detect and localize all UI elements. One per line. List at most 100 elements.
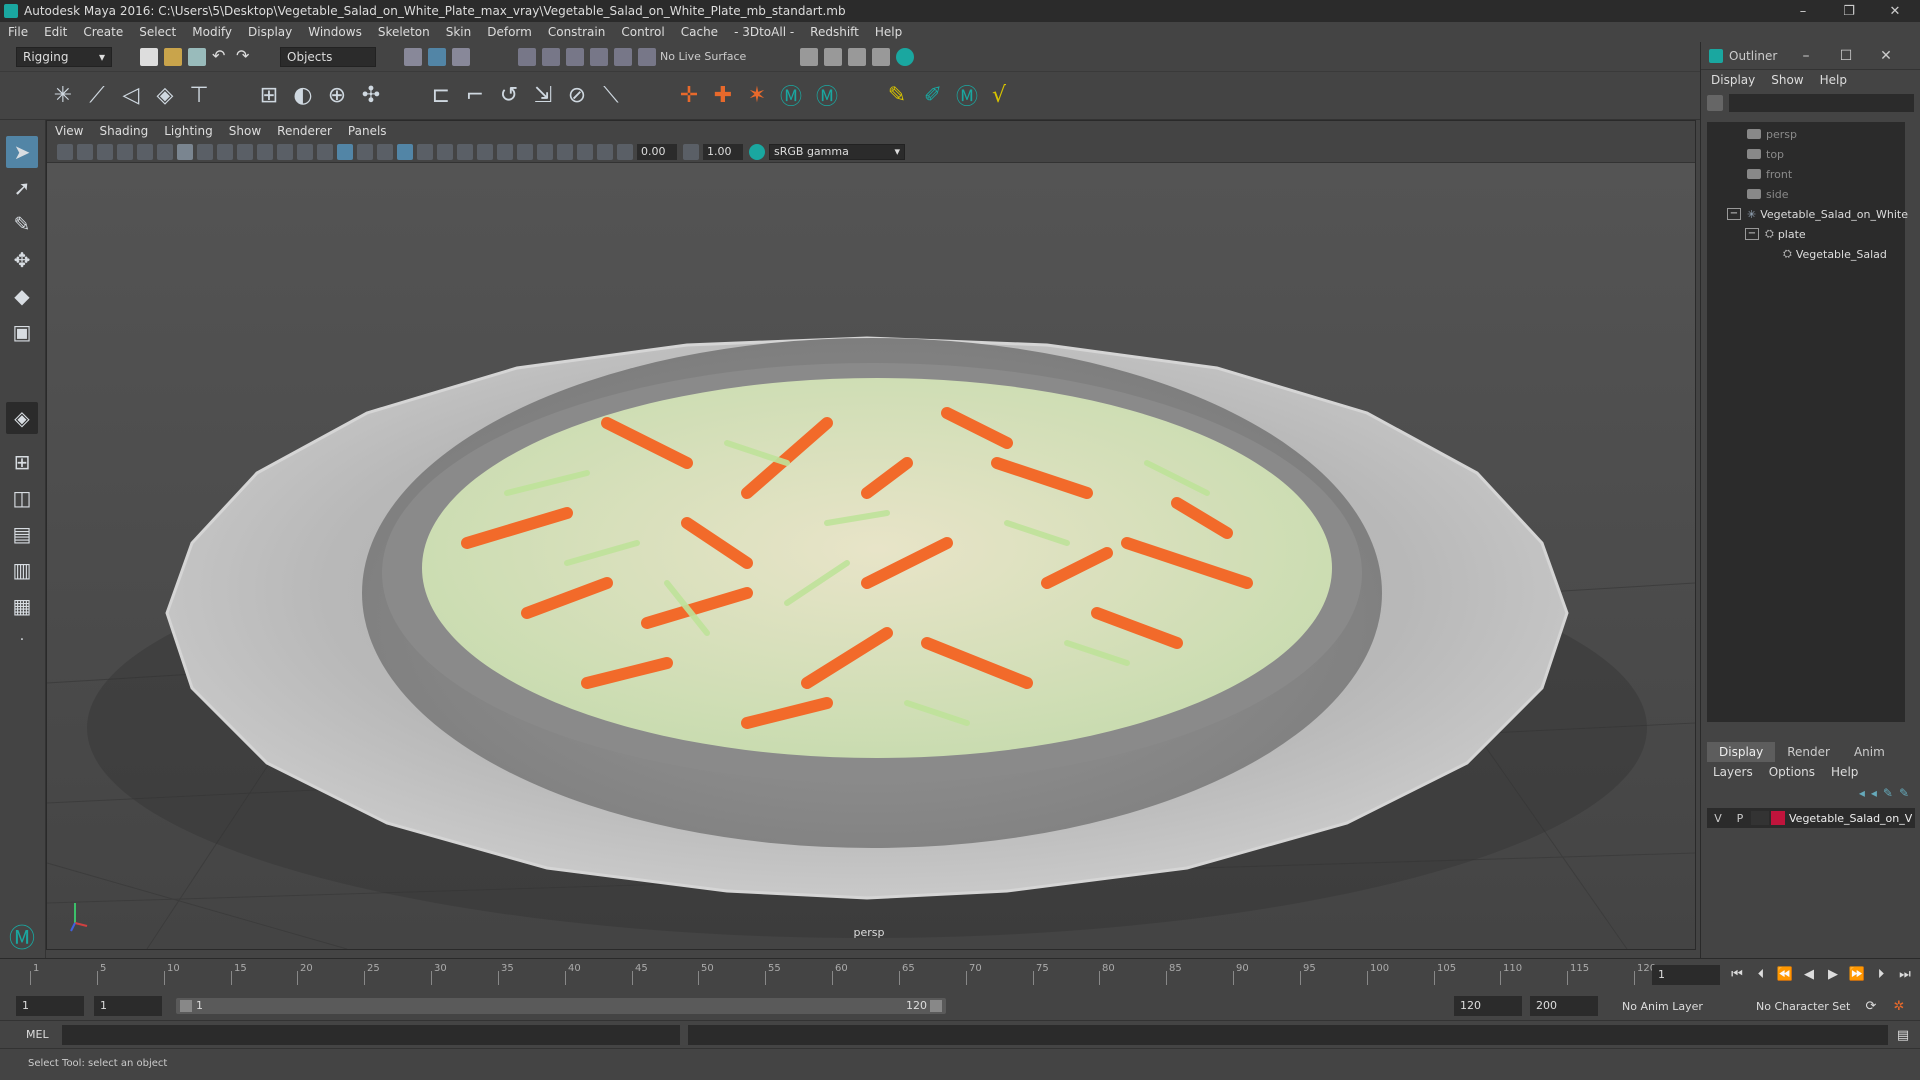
camera-select-icon[interactable] (57, 143, 73, 160)
image-plane-icon[interactable] (117, 143, 133, 160)
bind-skin-icon[interactable]: ⊞ (254, 80, 284, 110)
render-view-icon[interactable] (800, 48, 818, 66)
menu-cache[interactable]: Cache (681, 25, 718, 39)
color-management-icon[interactable] (749, 143, 765, 160)
layer-row[interactable]: V P Vegetable_Salad_on_V (1707, 808, 1915, 828)
render-current-icon[interactable] (824, 48, 842, 66)
new-scene-icon[interactable] (140, 48, 158, 66)
orient-constraint-icon[interactable]: ↺ (494, 80, 524, 110)
resolution-gate-icon[interactable] (217, 143, 233, 160)
layer-color-swatch[interactable] (1771, 811, 1785, 825)
select-object-icon[interactable] (428, 48, 446, 66)
colorspace-dropdown[interactable]: sRGB gamma ▾ (769, 143, 905, 160)
menu-control[interactable]: Control (621, 25, 664, 39)
move-layer-up-icon[interactable]: ◂ (1859, 786, 1865, 800)
time-slider[interactable]: 1 5 10 15 20 25 30 35 40 45 50 55 60 65 70 75 80 85 90 95 10… (0, 958, 1920, 992)
panel-menu-show[interactable]: Show (229, 124, 261, 138)
joint-tool-icon[interactable]: ✳ (48, 80, 78, 110)
time-ruler[interactable]: 1 5 10 15 20 25 30 35 40 45 50 55 60 65 70 75 80 85 90 95 10… (30, 963, 1656, 991)
maya-logo-shelf-icon[interactable]: Ⓜ (952, 80, 982, 110)
menu-3dtoall[interactable]: - 3DtoAll - (734, 25, 794, 39)
auto-key-icon[interactable]: ⟳ (1862, 997, 1880, 1015)
layer-visibility-toggle[interactable]: V (1707, 812, 1729, 825)
motion-blur-icon[interactable] (477, 143, 493, 160)
paint-weights-icon[interactable]: ◐ (288, 80, 318, 110)
grease-pencil-icon[interactable] (157, 143, 173, 160)
step-forward-frame-icon[interactable]: ⏵ (1872, 965, 1890, 983)
collapse-toggle[interactable]: − (1727, 208, 1741, 220)
lattice-icon[interactable]: ⊕ (322, 80, 352, 110)
safe-title-icon[interactable] (297, 143, 313, 160)
xray-components-icon[interactable] (597, 143, 613, 160)
depth-of-field-icon[interactable] (517, 143, 533, 160)
panel-menu-panels[interactable]: Panels (348, 124, 387, 138)
current-frame-field[interactable]: 1 (1652, 965, 1720, 985)
new-layer-icon[interactable]: ✎ (1883, 786, 1893, 800)
range-handle-end[interactable] (930, 1000, 942, 1012)
redo-icon[interactable]: ↷ (236, 46, 249, 65)
menu-skeleton[interactable]: Skeleton (378, 25, 430, 39)
command-input[interactable] (62, 1025, 680, 1045)
persp-graph-layout-icon[interactable]: ▥ (6, 554, 38, 586)
scale-constraint-icon[interactable]: ⇲ (528, 80, 558, 110)
menu-modify[interactable]: Modify (192, 25, 232, 39)
snap-view-plane-icon[interactable] (590, 48, 608, 66)
outliner-item-persp[interactable]: persp (1747, 124, 1797, 144)
open-scene-icon[interactable] (164, 48, 182, 66)
live-surface-icon[interactable] (638, 48, 656, 66)
ipr-render-icon[interactable] (848, 48, 866, 66)
select-hierarchy-icon[interactable] (404, 48, 422, 66)
outliner-item-top[interactable]: top (1747, 144, 1784, 164)
layer-menu-layers[interactable]: Layers (1713, 765, 1753, 779)
ik-handle-icon[interactable]: ⟋ (82, 80, 112, 110)
paint-skin-icon[interactable]: ✎ (882, 80, 912, 110)
script-editor-icon[interactable]: ▤ (1894, 1026, 1912, 1044)
layer-menu-help[interactable]: Help (1831, 765, 1858, 779)
anti-aliasing-icon[interactable] (497, 143, 513, 160)
close-button[interactable]: ✕ (1872, 0, 1918, 22)
menu-select[interactable]: Select (139, 25, 176, 39)
menu-edit[interactable]: Edit (44, 25, 67, 39)
screen-space-ao-icon[interactable] (457, 143, 473, 160)
four-view-layout-icon[interactable]: ⊞ (6, 446, 38, 478)
menu-file[interactable]: File (8, 25, 28, 39)
mirror-joint-icon[interactable]: ⊤ (184, 80, 214, 110)
more-layouts-icon[interactable]: · (6, 624, 38, 656)
smooth-shade-icon[interactable] (337, 143, 353, 160)
snap-grid-icon[interactable] (518, 48, 536, 66)
menu-redshift[interactable]: Redshift (810, 25, 859, 39)
menu-constrain[interactable]: Constrain (548, 25, 606, 39)
panel-menu-shading[interactable]: Shading (99, 124, 148, 138)
outliner-item-salad[interactable]: ⛭ Vegetable_Salad (1783, 244, 1887, 264)
menu-display[interactable]: Display (248, 25, 292, 39)
step-forward-key-icon[interactable]: ⏩ (1848, 965, 1866, 983)
outliner-menu-show[interactable]: Show (1771, 73, 1803, 87)
parent-constraint-icon[interactable]: ⊏ (426, 80, 456, 110)
move-tool-icon[interactable]: ✥ (6, 244, 38, 276)
paint-brush-icon[interactable]: ✐ (918, 80, 948, 110)
field-chart-icon[interactable] (257, 143, 273, 160)
snap-surface-icon[interactable] (614, 48, 632, 66)
isolate-select-icon[interactable] (537, 143, 553, 160)
scale-tool-icon[interactable]: ▣ (6, 316, 38, 348)
panel-menu-view[interactable]: View (55, 124, 83, 138)
bookmark-icon[interactable] (97, 143, 113, 160)
move-layer-down-icon[interactable]: ◂ (1871, 786, 1877, 800)
layer-name[interactable]: Vegetable_Salad_on_V (1789, 812, 1912, 825)
outliner-menu-display[interactable]: Display (1711, 73, 1755, 87)
hypershade-icon[interactable] (896, 48, 914, 66)
camera-attributes-icon[interactable] (77, 143, 93, 160)
playback-end-field[interactable]: 120 (1454, 996, 1522, 1016)
menu-skin[interactable]: Skin (446, 25, 472, 39)
preferences-icon[interactable]: ✲ (1890, 997, 1908, 1015)
maximize-button[interactable]: ❐ (1826, 0, 1872, 22)
new-layer-selected-icon[interactable]: ✎ (1899, 786, 1909, 800)
locator-icon[interactable]: ✛ (674, 80, 704, 110)
play-forwards-icon[interactable]: ▶ (1824, 965, 1842, 983)
select-component-icon[interactable] (452, 48, 470, 66)
layer-menu-options[interactable]: Options (1769, 765, 1815, 779)
textured-icon[interactable] (397, 143, 413, 160)
tab-render[interactable]: Render (1775, 742, 1842, 762)
menuset-dropdown[interactable]: Rigging ▾ (16, 47, 112, 67)
outliner-minimize-button[interactable]: – (1791, 48, 1821, 64)
